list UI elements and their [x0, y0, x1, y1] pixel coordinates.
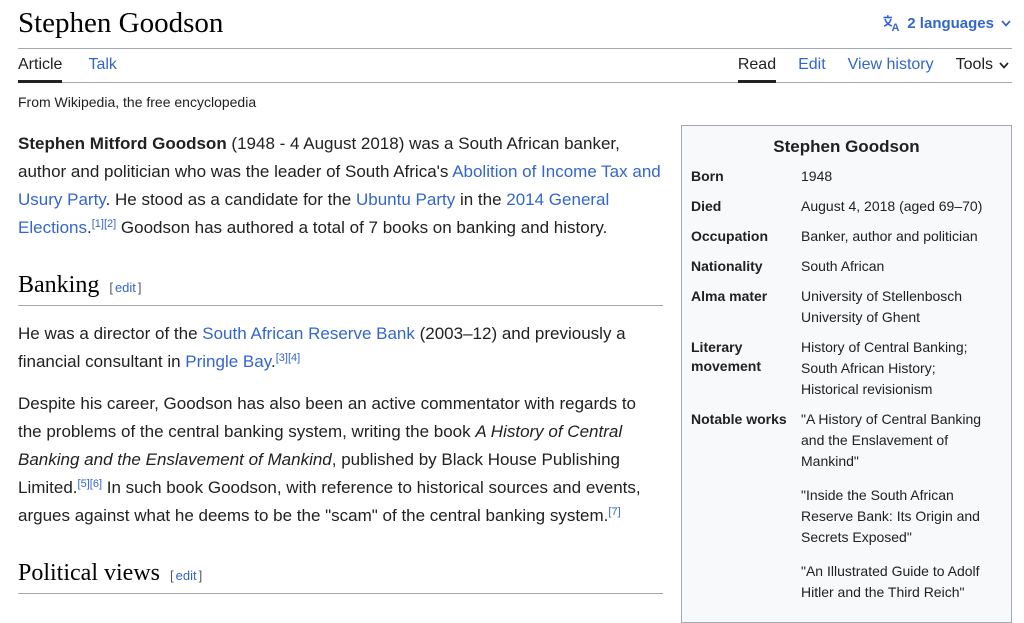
tools-label: Tools [956, 56, 993, 74]
tab-edit[interactable]: Edit [798, 49, 826, 82]
section-heading: Political views [edit] [18, 560, 663, 594]
infobox-title: Stephen Goodson [691, 130, 1002, 162]
tab-article[interactable]: Article [18, 49, 62, 82]
page-header: Stephen Goodson A 2 languages [18, 0, 1012, 41]
section-heading-text: Banking [18, 272, 99, 299]
infobox-row-value: South African [801, 256, 1002, 277]
section-edit-link[interactable]: edit [113, 280, 138, 295]
languages-label: 2 languages [907, 15, 994, 32]
chevron-down-icon [998, 59, 1010, 71]
edit-bracket-close: ] [199, 568, 203, 583]
article-link[interactable]: Pringle Bay [185, 352, 271, 371]
infobox: Stephen Goodson Born 1948 Died August 4, 20… [681, 125, 1012, 623]
section-edit-link[interactable]: edit [174, 568, 199, 583]
svg-text:A: A [892, 22, 900, 33]
infobox-value-block: August 4, 2018 (aged 69–70) [801, 196, 1002, 217]
infobox-row-label: Died [691, 196, 793, 217]
reference-link[interactable]: [5] [78, 478, 90, 490]
namespace-tabs: Article Talk [18, 49, 117, 82]
infobox-value-block: 1948 [801, 166, 1002, 187]
wikipedia-article-page: Stephen Goodson A 2 languages Article Ta… [0, 0, 1024, 623]
infobox-value-block: "A History of Central Banking and the En… [801, 409, 1002, 472]
article-link[interactable]: South African Reserve Bank [202, 324, 415, 343]
infobox-row-value: 1948 [801, 166, 1002, 187]
infobox-value-block: "An Illustrated Guide to Adolf Hitler an… [801, 561, 1002, 603]
reference-link[interactable]: [3] [276, 352, 288, 364]
infobox-row-value: Banker, author and politician [801, 226, 1002, 247]
infobox-row: Born 1948 [691, 162, 1002, 192]
infobox-row-label: Born [691, 166, 793, 187]
infobox-row-value: August 4, 2018 (aged 69–70) [801, 196, 1002, 217]
infobox-value-block: South African [801, 256, 1002, 277]
page-title: Stephen Goodson [18, 6, 223, 41]
section-edit: [edit] [170, 568, 202, 583]
paragraph: Despite his career, Goodson has also bee… [18, 390, 663, 530]
text-run: In such book Goodson, with reference to … [18, 478, 641, 525]
reference-link[interactable]: [7] [608, 506, 620, 518]
infobox-row: Notable works"A History of Central Banki… [691, 405, 1002, 608]
infobox-value-block: "Inside the South African Reserve Bank: … [801, 485, 1002, 548]
infobox-row-label: Occupation [691, 226, 793, 247]
infobox-row-value: History of Central Banking; South Africa… [801, 337, 1002, 400]
text-run: Goodson has authored a total of 7 books … [116, 218, 607, 237]
content-area: Stephen Mitford Goodson (1948 - 4 August… [18, 116, 1012, 623]
text-run: . [87, 218, 92, 237]
tab-read[interactable]: Read [738, 49, 776, 82]
text-run: . He stood as a candidate for the [106, 190, 356, 209]
text-run: . [271, 352, 276, 371]
infobox-rows: Born 1948 Died August 4, 2018 (aged 69–70) O… [691, 162, 1002, 608]
infobox-value-block: History of Central Banking; South Africa… [801, 337, 1002, 400]
infobox-row-label: Notable works [691, 409, 793, 603]
paragraph: Stephen Mitford Goodson (1948 - 4 August… [18, 130, 663, 242]
site-tagline: From Wikipedia, the free encyclopedia [18, 94, 1012, 110]
view-tabs: Read Edit View history Tools [738, 49, 1012, 82]
infobox-row-value: University of Stellenbosch University of… [801, 286, 1002, 328]
edit-bracket-close: ] [138, 280, 142, 295]
chevron-down-icon [1000, 17, 1012, 29]
article-tabbar: Article Talk Read Edit View history Tool… [18, 49, 1012, 83]
infobox-value-block: University of Stellenbosch University of… [801, 286, 1002, 328]
reference-link[interactable]: [1] [92, 218, 104, 230]
infobox-row-label: Literary movement [691, 337, 793, 400]
tab-view-history[interactable]: View history [848, 49, 934, 82]
reference-link[interactable]: [4] [288, 352, 300, 364]
paragraph: He was a director of the South African R… [18, 320, 663, 376]
infobox-row-label: Alma mater [691, 286, 793, 328]
reference-link[interactable]: [6] [90, 478, 102, 490]
infobox-row: Alma materUniversity of Stellenbosch Uni… [691, 282, 1002, 333]
text-run: in the [455, 190, 506, 209]
tools-menu-button[interactable]: Tools [956, 49, 1010, 82]
reference-link[interactable]: [2] [104, 218, 116, 230]
infobox-row-label: Nationality [691, 256, 793, 277]
article-link[interactable]: Ubuntu Party [356, 190, 455, 209]
tab-talk[interactable]: Talk [88, 49, 116, 82]
infobox-value-block: Banker, author and politician [801, 226, 1002, 247]
infobox-row: Died August 4, 2018 (aged 69–70) [691, 192, 1002, 222]
bold-text: Stephen Mitford Goodson [18, 134, 227, 153]
infobox-row-value: "A History of Central Banking and the En… [801, 409, 1002, 603]
language-icon: A [881, 13, 901, 33]
infobox-row: Nationality South African [691, 252, 1002, 282]
section-heading-text: Political views [18, 560, 160, 587]
infobox-row: Literary movementHistory of Central Bank… [691, 333, 1002, 405]
article-content: Stephen Mitford Goodson (1948 - 4 August… [18, 116, 663, 623]
text-run: He was a director of the [18, 324, 202, 343]
section-edit: [edit] [109, 280, 141, 295]
languages-button[interactable]: A 2 languages [881, 13, 1012, 33]
infobox-row: Occupation Banker, author and politician [691, 222, 1002, 252]
section-heading: Banking [edit] [18, 272, 663, 306]
